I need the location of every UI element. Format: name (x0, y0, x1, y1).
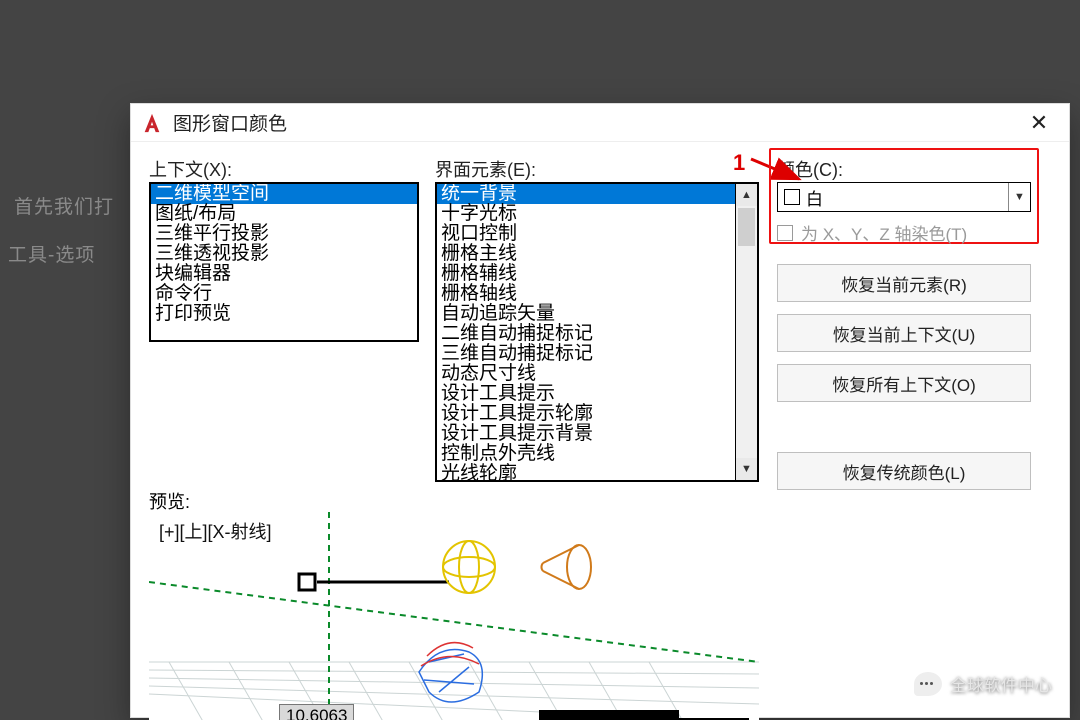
context-label: 上下文(X): (149, 156, 232, 182)
color-dropdown[interactable]: 白 ▼ (777, 182, 1031, 212)
dialog-content: 上下文(X): 界面元素(E): 颜色(C): 1 二维模型空间图纸/布局三维平… (131, 142, 1069, 717)
element-item[interactable]: 设计工具提示轮廓 (437, 404, 735, 424)
annotation-arrow (747, 153, 807, 183)
restore-current-element-button[interactable]: 恢复当前元素(R) (777, 264, 1031, 302)
scroll-up-button[interactable]: ▲ (736, 184, 757, 206)
elements-listbox[interactable]: 统一背景十字光标视口控制栅格主线栅格辅线栅格轴线自动追踪矢量二维自动捕捉标记三维… (435, 182, 735, 482)
element-item[interactable]: 栅格辅线 (437, 264, 735, 284)
scroll-thumb[interactable] (738, 208, 755, 246)
dropdown-chevron-icon: ▼ (1008, 183, 1030, 211)
element-item[interactable]: 三维自动捕捉标记 (437, 344, 735, 364)
element-item[interactable]: 控制点外壳线 (437, 444, 735, 464)
bg-text-line2: 工具-选项 (8, 240, 95, 267)
preview-corner-label: [+][上][X-射线] (159, 518, 272, 544)
color-value: 白 (806, 185, 823, 210)
context-item[interactable]: 图纸/布局 (151, 204, 417, 224)
context-item[interactable]: 命令行 (151, 284, 417, 304)
dialog-titlebar[interactable]: 图形窗口颜色 ✕ (131, 104, 1069, 142)
elements-scrollbar[interactable]: ▲ ▼ (735, 182, 759, 482)
xyz-checkbox[interactable] (777, 225, 793, 241)
xyz-tint-row[interactable]: 为 X、Y、Z 轴染色(T) (777, 220, 967, 245)
element-item[interactable]: 设计工具提示 (437, 384, 735, 404)
context-item[interactable]: 三维平行投影 (151, 224, 417, 244)
context-listbox[interactable]: 二维模型空间图纸/布局三维平行投影三维透视投影块编辑器命令行打印预览 (149, 182, 419, 342)
restore-all-contexts-button[interactable]: 恢复所有上下文(O) (777, 364, 1031, 402)
element-item[interactable]: 视口控制 (437, 224, 735, 244)
context-item[interactable]: 打印预览 (151, 304, 417, 324)
preview-panel: [+][上][X-射线] (149, 512, 759, 720)
color-options-dialog: 图形窗口颜色 ✕ 上下文(X): 界面元素(E): 颜色(C): 1 二维模型空… (130, 103, 1070, 718)
element-item[interactable]: 自动追踪矢量 (437, 304, 735, 324)
watermark: 全球软件中心 (914, 671, 1052, 696)
context-item[interactable]: 三维透视投影 (151, 244, 417, 264)
element-item[interactable]: 动态尺寸线 (437, 364, 735, 384)
autocad-icon (141, 112, 163, 134)
restore-classic-colors-button[interactable]: 恢复传统颜色(L) (777, 452, 1031, 490)
scroll-down-button[interactable]: ▼ (736, 458, 757, 480)
preview-dimension-value: 10.6063 (279, 704, 354, 720)
dialog-title: 图形窗口颜色 (173, 109, 287, 136)
context-item[interactable]: 块编辑器 (151, 264, 417, 284)
element-item[interactable]: 统一背景 (437, 184, 735, 204)
element-item[interactable]: 设计工具提示背景 (437, 424, 735, 444)
restore-current-context-button[interactable]: 恢复当前上下文(U) (777, 314, 1031, 352)
element-item[interactable]: 光线轮廓 (437, 464, 735, 482)
annotation-number-1: 1 (733, 150, 745, 176)
wechat-icon (914, 672, 942, 696)
watermark-text: 全球软件中心 (950, 671, 1052, 696)
elements-label: 界面元素(E): (435, 156, 536, 182)
element-item[interactable]: 栅格主线 (437, 244, 735, 264)
context-item[interactable]: 二维模型空间 (151, 184, 417, 204)
element-item[interactable]: 十字光标 (437, 204, 735, 224)
element-item[interactable]: 栅格轴线 (437, 284, 735, 304)
element-item[interactable]: 二维自动捕捉标记 (437, 324, 735, 344)
xyz-label: 为 X、Y、Z 轴染色(T) (801, 220, 967, 245)
bg-text-line1: 首先我们打 (14, 192, 114, 219)
color-swatch-icon (784, 189, 800, 205)
close-button[interactable]: ✕ (1017, 107, 1061, 139)
preview-label: 预览: (149, 488, 190, 514)
